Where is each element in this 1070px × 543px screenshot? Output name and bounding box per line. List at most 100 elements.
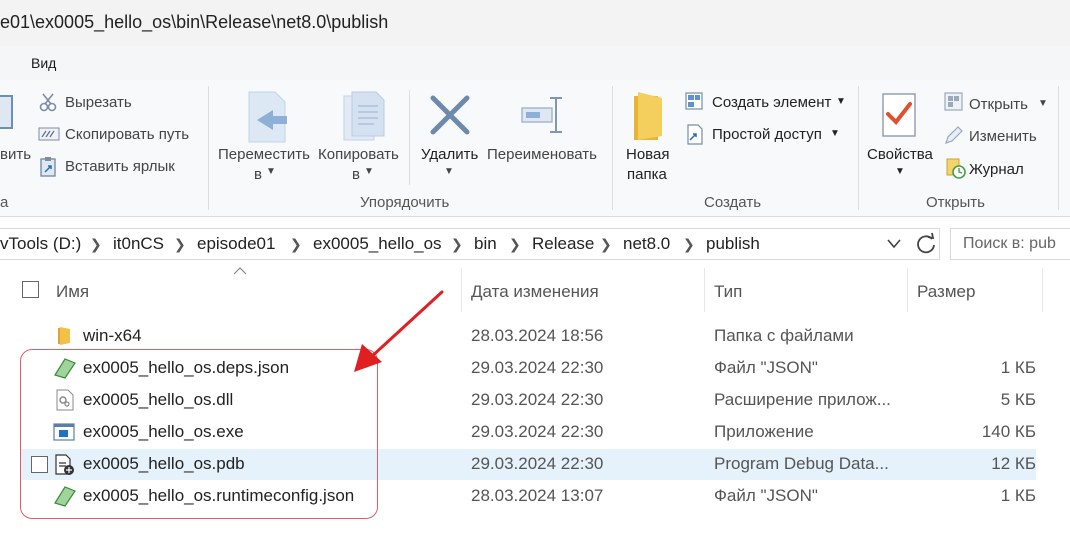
chevron-down-icon[interactable] — [886, 238, 902, 250]
refresh-icon[interactable] — [910, 228, 942, 260]
chevron-right-icon[interactable]: ❯ — [600, 236, 612, 253]
scissors-icon[interactable] — [38, 92, 58, 112]
file-type: Файл "JSON" — [714, 358, 818, 377]
new-item-button[interactable]: Создать элемент — [712, 94, 831, 111]
new-item-icon[interactable] — [685, 92, 707, 112]
menu-bar: Вид — [0, 46, 1070, 81]
chevron-right-icon[interactable]: ❯ — [509, 236, 521, 253]
sort-up-icon — [233, 267, 247, 275]
column-divider[interactable] — [704, 268, 705, 312]
search-box[interactable]: Поиск в: pub — [950, 228, 1070, 260]
breadcrumb-bin[interactable]: bin — [474, 234, 497, 254]
delete-icon[interactable] — [429, 94, 471, 136]
file-type: Приложение — [714, 422, 814, 441]
cut-button[interactable]: Вырезать — [65, 94, 132, 111]
copy-path-icon[interactable] — [38, 126, 60, 142]
menu-view[interactable]: Вид — [31, 55, 56, 71]
chevron-down-icon[interactable]: ▼ — [830, 128, 840, 139]
move-to-label[interactable]: Переместить — [218, 146, 310, 163]
file-date: 29.03.2024 22:30 — [471, 390, 604, 409]
history-icon[interactable] — [944, 157, 966, 179]
ribbon-separator — [858, 86, 859, 210]
column-header-type[interactable]: Тип — [714, 282, 742, 302]
list-item[interactable]: win-x64 28.03.2024 18:56 Папка с файлами — [20, 321, 1036, 352]
paste-shortcut-icon[interactable] — [38, 156, 58, 178]
move-to-icon[interactable] — [243, 90, 291, 144]
easy-access-button[interactable]: Простой доступ — [712, 126, 822, 143]
chevron-down-icon[interactable]: ▼ — [444, 166, 454, 177]
ribbon-separator — [612, 86, 613, 210]
file-size: 1 КБ — [1000, 486, 1036, 505]
move-to-label-2[interactable]: в — [254, 166, 262, 183]
chevron-right-icon[interactable]: ❯ — [683, 236, 695, 253]
title-bar: e01\ex0005_hello_os\bin\Release\net8.0\p… — [0, 0, 1070, 46]
open-button[interactable]: Открыть — [969, 96, 1028, 113]
paste-icon[interactable] — [0, 94, 14, 130]
file-size: 1 КБ — [1000, 358, 1036, 377]
edit-icon[interactable] — [944, 125, 964, 145]
search-input[interactable]: Поиск в: pub — [963, 235, 1056, 253]
file-type: Program Debug Data... — [714, 454, 889, 473]
file-type: Файл "JSON" — [714, 486, 818, 505]
delete-button[interactable]: Удалить — [421, 146, 478, 163]
history-button[interactable]: Журнал — [969, 161, 1024, 178]
chevron-down-icon[interactable]: ▼ — [364, 166, 374, 177]
column-divider[interactable] — [907, 268, 908, 312]
annotation-highlight-box — [20, 349, 378, 519]
breadcrumb-publish[interactable]: publish — [706, 234, 760, 254]
rename-icon[interactable] — [518, 94, 570, 136]
properties-icon[interactable] — [880, 92, 920, 140]
ribbon-separator — [208, 86, 209, 210]
chevron-right-icon[interactable]: ❯ — [290, 236, 302, 253]
chevron-right-icon[interactable]: ❯ — [451, 236, 463, 253]
column-header-size[interactable]: Размер — [917, 282, 975, 302]
new-folder-icon[interactable] — [628, 90, 668, 142]
new-folder-label[interactable]: Новая — [626, 146, 669, 163]
annotation-arrow-icon — [354, 290, 444, 372]
column-divider[interactable] — [1042, 268, 1043, 312]
breadcrumb-project[interactable]: ex0005_hello_os — [313, 234, 442, 254]
chevron-down-icon[interactable]: ▼ — [1038, 98, 1048, 109]
open-group-label: Открыть — [926, 194, 985, 211]
breadcrumb-it0ncs[interactable]: it0nCS — [113, 234, 164, 254]
properties-label[interactable]: Свойства — [867, 146, 933, 163]
chevron-down-icon[interactable]: ▼ — [895, 166, 905, 177]
address-bar[interactable]: vTools (D:) ❯ it0nCS ❯ episode01 ❯ ex000… — [0, 228, 940, 260]
copy-to-icon[interactable] — [340, 90, 388, 144]
column-header-date[interactable]: Дата изменения — [471, 282, 599, 302]
file-size: 5 КБ — [1000, 390, 1036, 409]
file-type: Расширение прилож... — [714, 390, 891, 409]
column-divider[interactable] — [461, 268, 462, 312]
chevron-right-icon[interactable]: ❯ — [90, 236, 102, 253]
paste-button-label[interactable]: вить — [0, 146, 31, 163]
copy-to-label-2[interactable]: в — [352, 166, 360, 183]
organize-group-label: Упорядочить — [360, 194, 450, 211]
chevron-down-icon[interactable]: ▼ — [836, 96, 846, 107]
breadcrumb-release[interactable]: Release — [532, 234, 594, 254]
open-icon[interactable] — [944, 92, 964, 112]
window-title: e01\ex0005_hello_os\bin\Release\net8.0\p… — [0, 12, 389, 32]
select-all-checkbox[interactable] — [22, 281, 39, 298]
breadcrumb-net8[interactable]: net8.0 — [623, 234, 670, 254]
file-date: 28.03.2024 13:07 — [471, 486, 604, 505]
file-size: 12 КБ — [991, 454, 1036, 473]
ribbon: вить а Вырезать Скопировать путь Вставит… — [0, 80, 1070, 217]
rename-button[interactable]: Переименовать — [487, 146, 597, 163]
breadcrumb-episode01[interactable]: episode01 — [197, 234, 275, 254]
edit-button[interactable]: Изменить — [969, 128, 1037, 145]
file-date: 28.03.2024 18:56 — [471, 326, 604, 345]
column-header-name[interactable]: Имя — [56, 282, 89, 302]
chevron-right-icon[interactable]: ❯ — [174, 236, 186, 253]
file-type: Папка с файлами — [714, 326, 854, 345]
chevron-down-icon[interactable]: ▼ — [266, 166, 276, 177]
file-date: 29.03.2024 22:30 — [471, 358, 604, 377]
copy-to-label[interactable]: Копировать — [318, 146, 399, 163]
file-date: 29.03.2024 22:30 — [471, 454, 604, 473]
copy-path-button[interactable]: Скопировать путь — [65, 126, 189, 143]
paste-shortcut-button[interactable]: Вставить ярлык — [65, 158, 175, 175]
new-folder-label-2[interactable]: папка — [627, 166, 667, 183]
breadcrumb-drive[interactable]: vTools (D:) — [0, 234, 81, 254]
ribbon-separator — [409, 90, 410, 185]
easy-access-icon[interactable] — [685, 124, 705, 146]
ribbon-separator — [1058, 86, 1059, 210]
